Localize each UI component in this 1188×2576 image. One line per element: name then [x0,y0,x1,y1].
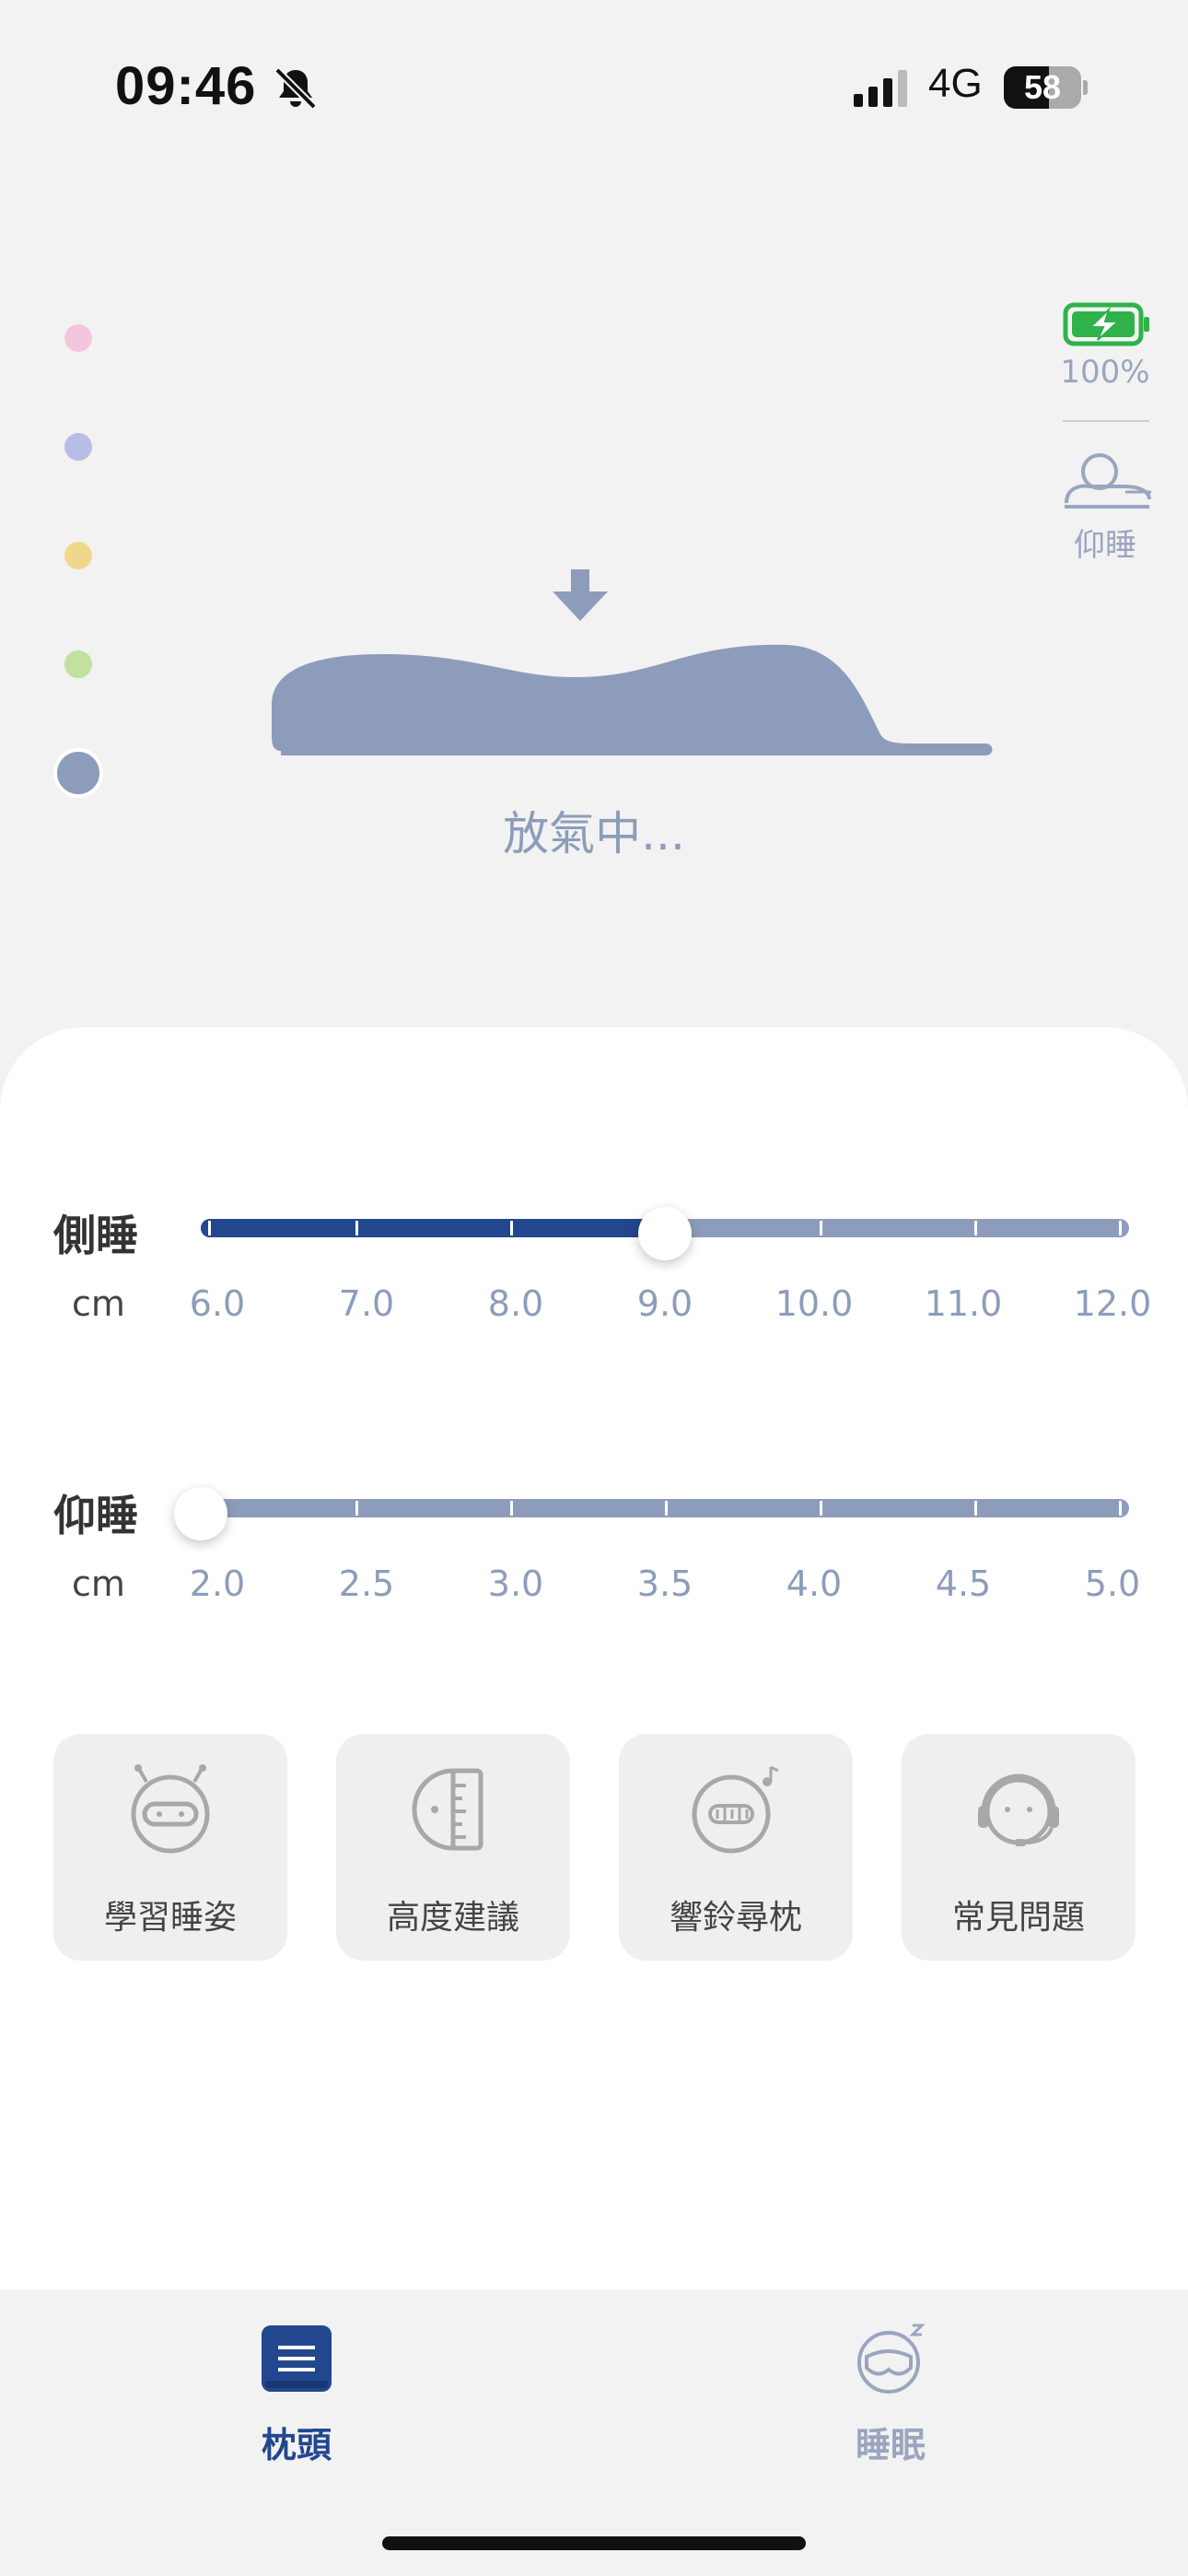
phone-battery-level: 58 [1023,68,1062,106]
settings-card: 側睡 cm 6.0 7.0 8.0 9.0 10.0 11.0 12.0 仰睡 cm 2.0… [0,1027,1188,2289]
slider-tick-label: 4.0 [786,1563,843,1604]
height-advice-button[interactable]: 高度建議 [336,1734,570,1961]
home-indicator [382,2536,806,2550]
slider-tick [665,1501,668,1516]
indicator-dot[interactable] [64,324,92,352]
slider-tick-label: 7.0 [338,1283,395,1324]
slider-tick-label: 5.0 [1084,1563,1141,1604]
indicator-dot[interactable] [64,542,92,569]
slider-tick-label: 9.0 [636,1283,693,1324]
status-time: 09:46 [115,56,257,116]
back-sleep-slider[interactable] [174,1487,1129,1540]
phone-battery-icon: 58 [1004,66,1089,109]
slider-tick [355,1221,358,1235]
slider-tick-label: 11.0 [924,1283,1003,1324]
side-sleep-slider-fill [201,1219,665,1237]
slider-tick [510,1221,513,1235]
back-sleeping-posture-icon [1065,453,1151,509]
tab-pillow[interactable]: 枕頭 [158,2289,435,2474]
ring-find-pillow-button[interactable]: 響鈴尋枕 [619,1734,853,1961]
network-type: 4G [928,61,983,106]
slider-tick [820,1501,822,1516]
sleep-mask-icon [857,2324,926,2394]
height-advice-label: 高度建議 [386,1899,519,1937]
pillow-illustration [272,644,993,755]
side-sleep-title: 側睡 [53,1211,138,1260]
back-sleep-unit: cm [72,1563,125,1604]
posture-label: 仰睡 [1074,527,1136,564]
ring-find-pillow-label: 響鈴尋枕 [669,1899,802,1937]
tab-sleep[interactable]: 睡眠 [752,2289,1029,2474]
ruler-icon [412,1768,483,1851]
bell-muted-icon [274,67,317,110]
learn-posture-label: 學習睡姿 [103,1899,237,1937]
slider-tick [355,1501,358,1516]
slider-tick-label: 8.0 [487,1283,544,1324]
divider [1063,420,1149,422]
slider-tick [974,1501,977,1516]
robot-icon [131,1764,210,1854]
side-sleep-slider[interactable] [201,1207,1129,1260]
ring-icon [692,1765,779,1854]
slider-thumb[interactable] [638,1207,692,1260]
back-sleep-title: 仰睡 [53,1491,138,1540]
indicator-dot[interactable] [64,650,92,678]
status-bar: 09:46 4G 58 [0,0,1188,175]
headset-icon [978,1774,1059,1846]
slider-tick-label: 2.0 [189,1563,246,1604]
device-battery-percent: 100% [1060,354,1150,391]
slider-tick [510,1501,513,1516]
back-sleep-slider-block: 仰睡 cm 2.0 2.5 3.0 3.5 4.0 4.5 5.0 [0,1482,1188,1639]
slider-tick-label: 10.0 [775,1283,854,1324]
side-sleep-slider-block: 側睡 cm 6.0 7.0 8.0 9.0 10.0 11.0 12.0 [0,1202,1188,1359]
feature-buttons: 學習睡姿 高度建議 響鈴尋枕 常見問題 [53,1734,1136,1961]
slider-tick [1119,1221,1122,1235]
indicator-dot[interactable] [53,748,103,798]
pillow-tab-icon [262,2325,332,2392]
indicator-dot[interactable] [64,433,92,461]
charging-battery-icon [1063,302,1149,346]
slider-tick-label: 3.5 [636,1563,693,1604]
cellular-signal-icon [854,70,907,107]
side-sleep-unit: cm [72,1283,125,1324]
faq-label: 常見問題 [951,1899,1085,1937]
tab-sleep-label: 睡眠 [855,2425,926,2465]
slider-tick [974,1221,977,1235]
slider-tick-label: 3.0 [487,1563,544,1604]
slider-tick [1119,1501,1122,1516]
tab-pillow-label: 枕頭 [261,2425,332,2465]
slider-tick-label: 4.5 [935,1563,992,1604]
slider-tick [820,1221,822,1235]
learn-posture-button[interactable]: 學習睡姿 [53,1734,287,1961]
tab-bar: 枕頭 睡眠 [0,2289,1188,2576]
pillow-status-text: 放氣中... [503,807,685,861]
faq-button[interactable]: 常見問題 [902,1734,1136,1961]
slider-thumb[interactable] [174,1487,227,1540]
slider-tick-label: 2.5 [338,1563,395,1604]
slider-tick [208,1221,211,1235]
deflate-arrow-icon [553,569,608,621]
slider-tick-label: 6.0 [189,1283,246,1324]
slider-tick-label: 12.0 [1073,1283,1152,1324]
